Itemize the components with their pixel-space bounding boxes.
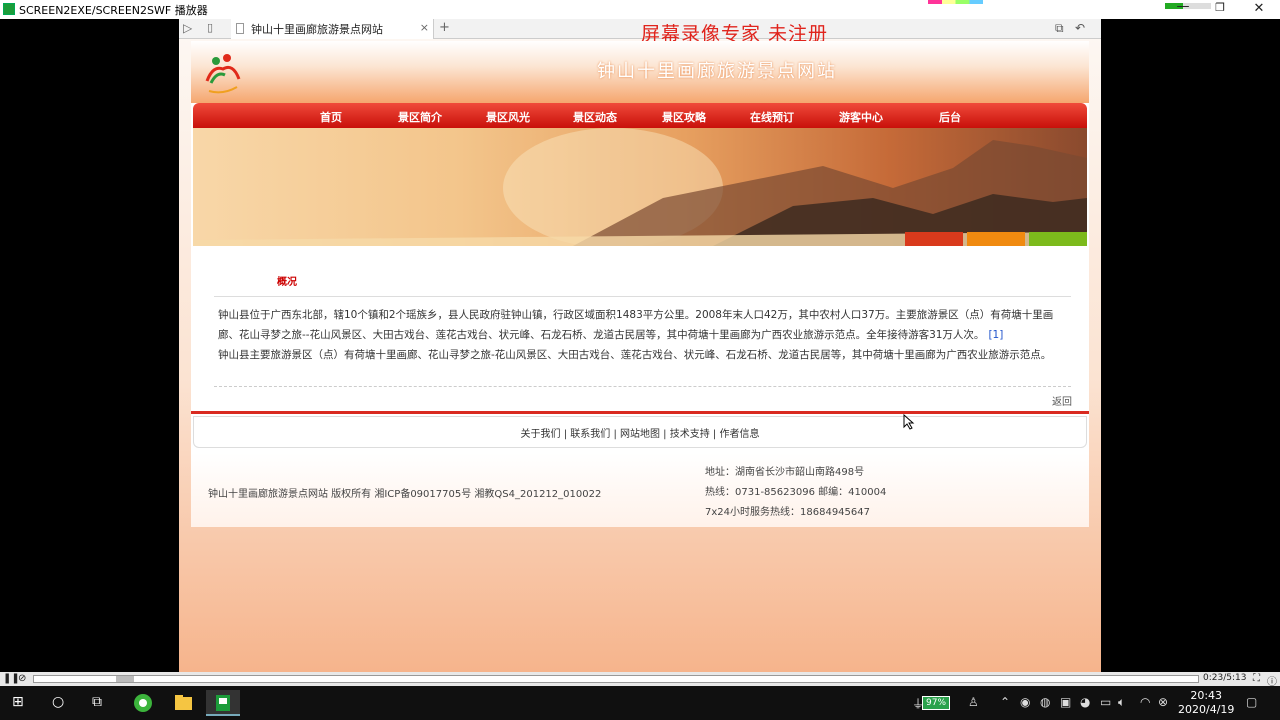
fullscreen-icon[interactable]: ⛶ bbox=[1253, 673, 1260, 684]
citation-link[interactable]: [1] bbox=[988, 329, 1003, 341]
user-icon[interactable]: ♙ bbox=[968, 695, 979, 709]
article-paragraph: 钟山县位于广西东北部，辖10个镇和2个瑶族乡，县人民政府驻钟山镇，行政区域面积1… bbox=[218, 305, 1068, 345]
banner-tab-strip bbox=[905, 232, 1087, 246]
phone-text: 热线：0731-85623096 邮编：410004 bbox=[705, 487, 887, 498]
seek-bar[interactable] bbox=[33, 675, 1199, 683]
notification-icon[interactable]: ▢ bbox=[1246, 695, 1257, 709]
new-tab-icon[interactable]: + bbox=[439, 20, 450, 35]
divider bbox=[214, 296, 1071, 297]
clock-date: 2020/4/19 bbox=[1178, 703, 1235, 716]
recorder-color-indicator bbox=[928, 0, 983, 4]
site-header: 钟山十里画廊旅游景点网站 bbox=[191, 41, 1089, 103]
footer-sep: | bbox=[560, 429, 571, 440]
footer-link-support[interactable]: 技术支持 bbox=[670, 429, 710, 440]
contact-info: 地址：湖南省长沙市韶山南路498号 热线：0731-85623096 邮编：41… bbox=[705, 463, 886, 523]
browser-tab[interactable]: 钟山十里画廊旅游景点网站 × bbox=[231, 19, 434, 39]
forward-icon[interactable]: ▷ bbox=[183, 21, 192, 35]
footer-red-line bbox=[191, 411, 1089, 414]
tab-restore-icon[interactable]: ⧉ bbox=[1055, 21, 1064, 36]
browser-app-icon[interactable] bbox=[126, 690, 160, 716]
back-link[interactable]: 返回 bbox=[1052, 393, 1072, 408]
footer-sep: | bbox=[709, 429, 720, 440]
hotline-text: 7x24小时服务热线：18684945647 bbox=[705, 507, 870, 518]
banner-tab[interactable] bbox=[1029, 232, 1087, 246]
window-title: SCREEN2EXE/SCREEN2SWF 播放器 bbox=[19, 4, 208, 17]
search-icon[interactable]: ○ bbox=[52, 694, 64, 710]
footer-sep: | bbox=[610, 429, 620, 440]
footer-link-contact[interactable]: 联系我们 bbox=[570, 429, 610, 440]
site-title: 钟山十里画廊旅游景点网站 bbox=[597, 61, 837, 82]
file-explorer-icon[interactable] bbox=[166, 690, 200, 716]
nav-guide[interactable]: 景区攻略 bbox=[662, 109, 706, 125]
browser-tab-title: 钟山十里画廊旅游景点网站 bbox=[251, 23, 383, 36]
banner-tab[interactable] bbox=[967, 232, 1025, 246]
paragraph-text: 钟山县位于广西东北部，辖10个镇和2个瑶族乡，县人民政府驻钟山镇，行政区域面积1… bbox=[218, 309, 1054, 341]
tab-close-icon[interactable]: × bbox=[420, 21, 429, 34]
article-content: 钟山县位于广西东北部，辖10个镇和2个瑶族乡，县人民政府驻钟山镇，行政区域面积1… bbox=[218, 305, 1068, 365]
dashed-divider bbox=[214, 386, 1071, 387]
system-clock[interactable]: 20:43 2020/4/19 bbox=[1178, 689, 1234, 717]
player-bar: ❚❚ ⊘ 0:23/5:13 ⛶ ⓘ bbox=[0, 672, 1280, 688]
screen-player-app-icon[interactable] bbox=[206, 690, 240, 716]
hero-banner bbox=[193, 128, 1087, 246]
close-icon[interactable]: ✕ bbox=[1246, 1, 1272, 16]
task-view-icon[interactable]: ⧉ bbox=[92, 694, 102, 710]
nav-home[interactable]: 首页 bbox=[320, 109, 342, 125]
nav-booking[interactable]: 在线预订 bbox=[750, 109, 794, 125]
main-nav: 首页 景区简介 景区风光 景区动态 景区攻略 在线预订 游客中心 后台 bbox=[193, 103, 1087, 128]
wifi-icon[interactable]: ◠ bbox=[1140, 695, 1150, 709]
window-titlebar: SCREEN2EXE/SCREEN2SWF 播放器 — ❐ ✕ bbox=[0, 0, 1280, 19]
page-icon bbox=[236, 23, 244, 34]
minimize-icon[interactable]: — bbox=[1170, 0, 1196, 14]
tray-app-icon[interactable]: ▣ bbox=[1060, 695, 1071, 709]
tray-app-icon[interactable]: ▭ bbox=[1100, 695, 1111, 709]
footer-sep: | bbox=[660, 429, 670, 440]
network-disconnected-icon[interactable]: ⊗ bbox=[1158, 695, 1168, 709]
taskbar: ⊞ ○ ⧉ ⏚ 97% ♙ ⌃ ◉ ◍ ▣ ◕ ▭ 🔈︎ ◠ ⊗ 20:43 2… bbox=[0, 686, 1280, 720]
tray-app-icon[interactable]: ◉ bbox=[1020, 695, 1030, 709]
show-hidden-icons-icon[interactable]: ⌃ bbox=[1000, 695, 1010, 709]
clock-time: 20:43 bbox=[1190, 689, 1223, 702]
volume-icon[interactable]: 🔈︎ bbox=[1118, 695, 1125, 710]
section-title: 概况 bbox=[277, 277, 297, 288]
nav-visitor-center[interactable]: 游客中心 bbox=[839, 109, 883, 125]
copyright-text: 钟山十里画廊旅游景点网站 版权所有 湘ICP备09017705号 湘教QS4_2… bbox=[208, 489, 602, 500]
stop-icon[interactable]: ⊘ bbox=[18, 673, 26, 684]
restore-icon[interactable]: ❐ bbox=[1207, 1, 1233, 14]
tray-app-icon[interactable]: ◍ bbox=[1040, 695, 1050, 709]
app-icon bbox=[3, 3, 15, 15]
site-logo bbox=[205, 54, 241, 94]
article-paragraph: 钟山县主要旅游景区（点）有荷塘十里画廊、花山寻梦之旅-花山风景区、大田古戏台、莲… bbox=[218, 349, 1052, 361]
nav-admin[interactable]: 后台 bbox=[939, 109, 961, 125]
web-page: 钟山十里画廊旅游景点网站 首页 景区简介 景区风光 景区动态 景区攻略 在线预订… bbox=[191, 41, 1089, 527]
wechat-icon[interactable]: ◕ bbox=[1080, 695, 1090, 709]
undo-icon[interactable]: ↶ bbox=[1075, 21, 1085, 35]
site-footer: 钟山十里画廊旅游景点网站 版权所有 湘ICP备09017705号 湘教QS4_2… bbox=[191, 453, 1089, 527]
browser-tabstrip: ▷ ▯ 钟山十里画廊旅游景点网站 × + ⧉ ↶ bbox=[179, 19, 1101, 39]
seek-thumb[interactable] bbox=[116, 676, 134, 682]
mouse-cursor-icon bbox=[903, 414, 915, 430]
windows-start-icon[interactable]: ⊞ bbox=[12, 694, 24, 710]
footer-link-about[interactable]: 关于我们 bbox=[521, 429, 561, 440]
nav-intro[interactable]: 景区简介 bbox=[398, 109, 442, 125]
playback-time: 0:23/5:13 bbox=[1203, 673, 1247, 683]
nav-news[interactable]: 景区动态 bbox=[573, 109, 617, 125]
browser-viewport: ▷ ▯ 钟山十里画廊旅游景点网站 × + ⧉ ↶ 屏幕录像专家 未注册 钟山十里… bbox=[179, 19, 1101, 672]
banner-tab[interactable] bbox=[905, 232, 963, 246]
address-text: 地址：湖南省长沙市韶山南路498号 bbox=[705, 467, 865, 478]
nav-scenery[interactable]: 景区风光 bbox=[486, 109, 530, 125]
footer-link-sitemap[interactable]: 网站地图 bbox=[620, 429, 660, 440]
sidebar-toggle-icon[interactable]: ▯ bbox=[207, 21, 213, 34]
footer-link-author[interactable]: 作者信息 bbox=[719, 429, 759, 440]
battery-indicator[interactable]: 97% bbox=[922, 696, 951, 710]
footer-links: 关于我们 | 联系我们 | 网站地图 | 技术支持 | 作者信息 bbox=[193, 416, 1087, 448]
banner-mountains-image bbox=[193, 128, 1087, 246]
